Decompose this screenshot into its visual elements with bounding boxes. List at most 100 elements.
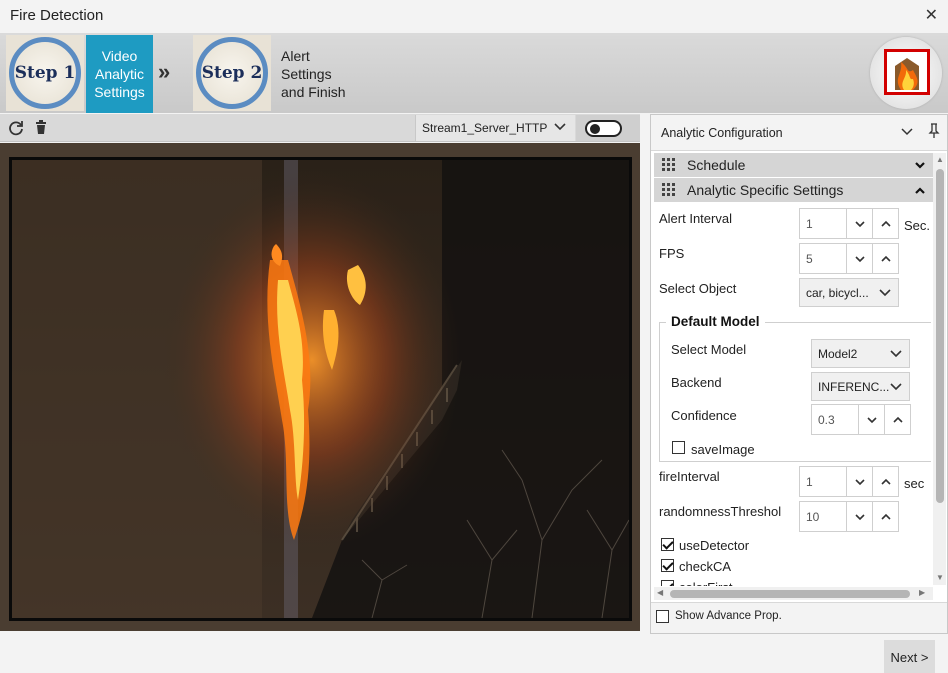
next-button[interactable]: Next > bbox=[884, 640, 935, 673]
decrement-button[interactable] bbox=[846, 244, 872, 273]
toggle-area bbox=[576, 115, 640, 141]
window-title: Fire Detection bbox=[10, 7, 104, 24]
select-object-dropdown[interactable]: car, bicycl... bbox=[799, 278, 899, 307]
grip-icon bbox=[662, 183, 675, 196]
chevron-down-icon[interactable] bbox=[900, 124, 914, 138]
select-object-value: car, bicycl... bbox=[806, 286, 869, 300]
fire-interval-unit: sec bbox=[904, 476, 925, 491]
close-icon[interactable]: ✕ bbox=[925, 5, 938, 25]
alert-interval-stepper[interactable]: 1 bbox=[799, 208, 899, 239]
scroll-thumb[interactable] bbox=[936, 169, 944, 503]
decrement-button[interactable] bbox=[846, 467, 872, 496]
increment-button[interactable] bbox=[872, 502, 898, 531]
stream-select[interactable]: Stream1_Server_HTTP bbox=[415, 115, 575, 141]
fire-interval-value: 1 bbox=[806, 475, 813, 489]
pin-icon[interactable] bbox=[928, 123, 940, 139]
scroll-down-icon[interactable]: ▼ bbox=[936, 573, 944, 582]
chevron-down-icon bbox=[854, 478, 865, 485]
stream-toggle[interactable] bbox=[585, 120, 622, 137]
vertical-scrollbar[interactable]: ▲ ▼ bbox=[933, 153, 946, 585]
panel-header: Analytic Configuration bbox=[651, 115, 947, 151]
stream-select-value: Stream1_Server_HTTP bbox=[422, 121, 548, 135]
horizontal-scrollbar[interactable]: ◀ ▶ bbox=[654, 587, 933, 600]
fire-interval-stepper[interactable]: 1 bbox=[799, 466, 899, 497]
analytic-config-panel: Analytic Configuration Schedule Analytic… bbox=[650, 114, 948, 634]
grip-icon bbox=[662, 158, 675, 171]
video-area bbox=[0, 143, 640, 631]
fps-label: FPS bbox=[659, 246, 685, 261]
panel-title: Analytic Configuration bbox=[661, 126, 783, 140]
increment-button[interactable] bbox=[872, 244, 898, 273]
decrement-button[interactable] bbox=[858, 405, 884, 434]
scroll-up-icon[interactable]: ▲ bbox=[936, 155, 944, 164]
chevron-up-icon bbox=[880, 478, 891, 485]
refresh-icon[interactable] bbox=[7, 119, 25, 137]
use-detector-checkbox[interactable] bbox=[661, 538, 674, 551]
trash-icon[interactable] bbox=[33, 119, 51, 137]
chevron-down-icon bbox=[854, 255, 865, 262]
fire-video-frame bbox=[12, 160, 629, 618]
step2-badge[interactable]: Step 2 bbox=[193, 35, 271, 111]
step1-badge[interactable]: Step 1 bbox=[6, 35, 84, 111]
randomness-stepper[interactable]: 10 bbox=[799, 501, 899, 532]
scroll-right-icon[interactable]: ▶ bbox=[919, 588, 925, 597]
confidence-value: 0.3 bbox=[818, 413, 835, 427]
chevron-up-icon[interactable] bbox=[914, 185, 926, 197]
alert-interval-label: Alert Interval bbox=[659, 211, 732, 226]
video-preview[interactable] bbox=[9, 157, 632, 621]
decrement-button[interactable] bbox=[846, 209, 872, 238]
chevron-down-icon[interactable] bbox=[914, 159, 926, 171]
default-model-group: Default Model Select Model Model2 Backen… bbox=[659, 314, 931, 462]
section-schedule-label: Schedule bbox=[687, 157, 746, 173]
chevron-down-icon bbox=[554, 123, 566, 131]
chevron-up-icon bbox=[880, 255, 891, 262]
chevron-up-icon bbox=[880, 513, 891, 520]
increment-button[interactable] bbox=[872, 467, 898, 496]
default-model-legend: Default Model bbox=[666, 314, 765, 329]
decrement-button[interactable] bbox=[846, 502, 872, 531]
scroll-thumb[interactable] bbox=[670, 590, 910, 598]
chevron-down-icon bbox=[854, 513, 865, 520]
video-toolbar: Stream1_Server_HTTP bbox=[0, 114, 640, 142]
randomness-value: 10 bbox=[806, 510, 820, 524]
chevron-up-icon bbox=[880, 220, 891, 227]
color-first-checkbox[interactable] bbox=[661, 580, 674, 586]
step1-label[interactable]: Video Analytic Settings bbox=[86, 35, 153, 113]
color-first-label: colorFirst bbox=[679, 580, 732, 586]
clipped-row: colorFirst bbox=[651, 577, 933, 586]
backend-value: INFERENC... bbox=[818, 380, 890, 394]
fps-value: 5 bbox=[806, 252, 813, 266]
advance-props-bar: Show Advance Prop. bbox=[651, 602, 947, 633]
bottom-bar: Next > bbox=[0, 634, 948, 673]
section-analytic-settings[interactable]: Analytic Specific Settings bbox=[654, 178, 933, 202]
use-detector-label: useDetector bbox=[679, 538, 750, 553]
fire-building-icon bbox=[870, 37, 942, 109]
show-advance-label: Show Advance Prop. bbox=[675, 610, 782, 622]
increment-button[interactable] bbox=[872, 209, 898, 238]
increment-button[interactable] bbox=[884, 405, 910, 434]
confidence-stepper[interactable]: 0.3 bbox=[811, 404, 911, 435]
confidence-label: Confidence bbox=[671, 408, 737, 423]
chevron-up-icon bbox=[892, 416, 903, 423]
step2-label[interactable]: Alert Settings and Finish bbox=[276, 35, 356, 101]
select-model-dropdown[interactable]: Model2 bbox=[811, 339, 910, 368]
randomness-label: randomnessThreshol bbox=[659, 504, 782, 519]
step2-badge-text: Step 2 bbox=[201, 63, 263, 83]
fps-stepper[interactable]: 5 bbox=[799, 243, 899, 274]
wizard-step-bar: Step 1 Video Analytic Settings » Step 2 … bbox=[0, 33, 948, 113]
save-image-checkbox[interactable] bbox=[672, 441, 685, 454]
toggle-knob bbox=[590, 124, 600, 134]
section-analytic-label: Analytic Specific Settings bbox=[687, 182, 844, 198]
select-object-label: Select Object bbox=[659, 281, 737, 296]
backend-label: Backend bbox=[671, 375, 722, 390]
section-schedule[interactable]: Schedule bbox=[654, 153, 933, 177]
show-advance-checkbox[interactable] bbox=[656, 610, 669, 623]
chevron-down-icon bbox=[878, 285, 892, 299]
backend-dropdown[interactable]: INFERENC... bbox=[811, 372, 910, 401]
check-ca-checkbox[interactable] bbox=[661, 559, 674, 572]
title-bar: Fire Detection ✕ bbox=[0, 0, 948, 33]
alert-interval-unit: Sec. bbox=[904, 218, 931, 233]
step-separator-icon: » bbox=[158, 59, 170, 84]
chevron-down-icon bbox=[866, 416, 877, 423]
scroll-left-icon[interactable]: ◀ bbox=[657, 588, 663, 597]
